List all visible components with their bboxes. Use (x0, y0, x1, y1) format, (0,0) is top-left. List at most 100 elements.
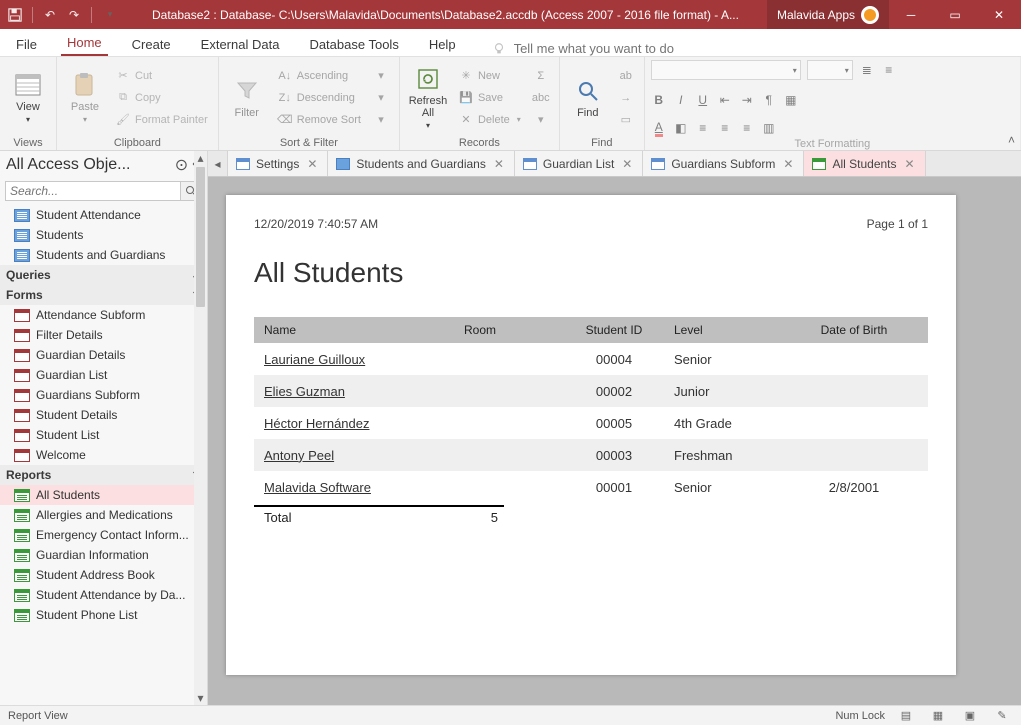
close-tab-icon[interactable]: ✕ (305, 157, 319, 171)
bold-icon[interactable]: B (651, 92, 667, 108)
report-row[interactable]: Lauriane Guilloux00004Senior (254, 343, 928, 375)
nav-item-form[interactable]: Filter Details (0, 325, 207, 345)
doc-tab[interactable]: Guardians Subform✕ (643, 151, 804, 176)
font-selector[interactable]: ▾ (651, 60, 801, 80)
nav-item-form[interactable]: Student List (0, 425, 207, 445)
delete-record-button[interactable]: ✕Delete▾ (454, 110, 525, 130)
qat-more-icon[interactable] (100, 6, 118, 24)
align-left-icon[interactable]: ≡ (695, 120, 711, 136)
close-button[interactable]: ✕ (977, 0, 1021, 29)
cell-name[interactable]: Elies Guzman (264, 384, 464, 399)
numbering-icon[interactable]: ≡ (881, 62, 897, 78)
view-report-icon[interactable]: ▤ (895, 708, 917, 724)
doc-tab[interactable]: Guardian List✕ (515, 151, 643, 176)
nav-item-report[interactable]: Guardian Information (0, 545, 207, 565)
nav-item-table[interactable]: Students (0, 225, 207, 245)
nav-item-report[interactable]: Student Address Book (0, 565, 207, 585)
fill-color-icon[interactable]: ◧ (673, 120, 689, 136)
text-direction-icon[interactable]: ¶ (761, 92, 777, 108)
align-center-icon[interactable]: ≡ (717, 120, 733, 136)
underline-icon[interactable]: U (695, 92, 711, 108)
cell-name[interactable]: Héctor Hernández (264, 416, 464, 431)
align-right-icon[interactable]: ≡ (739, 120, 755, 136)
indent-increase-icon[interactable]: ⇥ (739, 92, 755, 108)
tell-me-input[interactable] (514, 41, 714, 56)
font-size-selector[interactable]: ▾ (807, 60, 853, 80)
filter-button[interactable]: Filter (225, 65, 269, 131)
report-row[interactable]: Antony Peel00003Freshman (254, 439, 928, 471)
save-icon[interactable] (6, 6, 24, 24)
alt-row-color-icon[interactable]: ▥ (761, 120, 777, 136)
view-print-icon[interactable]: ▦ (927, 708, 949, 724)
remove-sort-button[interactable]: ⌫Remove Sort (273, 110, 365, 130)
nav-item-form[interactable]: Welcome (0, 445, 207, 465)
nav-cat-reports[interactable]: Reports⌃ (0, 465, 207, 485)
view-layout-icon[interactable]: ▣ (959, 708, 981, 724)
spelling-button[interactable]: abc (529, 88, 553, 108)
nav-item-form[interactable]: Guardian List (0, 365, 207, 385)
nav-item-report[interactable]: Student Attendance by Da... (0, 585, 207, 605)
doc-tab[interactable]: Settings✕ (228, 151, 328, 176)
close-tab-icon[interactable]: ✕ (781, 157, 795, 171)
replace-button[interactable]: ab (614, 66, 638, 86)
tab-home[interactable]: Home (61, 31, 108, 56)
scroll-up-icon[interactable]: ▴ (194, 151, 207, 165)
format-painter-button[interactable]: 🖌Format Painter (111, 110, 212, 130)
report-row[interactable]: Héctor Hernández000054th Grade (254, 407, 928, 439)
paste-button[interactable]: Paste ▾ (63, 65, 107, 131)
totals-button[interactable]: Σ (529, 66, 553, 86)
gridlines-icon[interactable]: ▦ (783, 92, 799, 108)
report-row[interactable]: Malavida Software00001Senior2/8/2001 (254, 471, 928, 503)
nav-cat-forms[interactable]: Forms⌃ (0, 285, 207, 305)
italic-icon[interactable]: I (673, 92, 689, 108)
nav-options-icon[interactable]: ⊙ (175, 155, 188, 175)
redo-icon[interactable]: ↷ (65, 6, 83, 24)
cell-name[interactable]: Antony Peel (264, 448, 464, 463)
close-tab-icon[interactable]: ✕ (620, 157, 634, 171)
close-tab-icon[interactable]: ✕ (492, 157, 506, 171)
font-color-icon[interactable]: A (651, 120, 667, 136)
cut-button[interactable]: ✂Cut (111, 66, 212, 86)
nav-item-form[interactable]: Guardians Subform (0, 385, 207, 405)
nav-item-table[interactable]: Student Attendance (0, 205, 207, 225)
nav-search-input[interactable] (5, 181, 180, 201)
cell-name[interactable]: Lauriane Guilloux (264, 352, 464, 367)
undo-icon[interactable]: ↶ (41, 6, 59, 24)
tab-help[interactable]: Help (423, 33, 462, 56)
toggle-filter-button[interactable]: ▾ (369, 110, 393, 130)
maximize-button[interactable]: ▭ (933, 0, 977, 29)
doc-tab[interactable]: All Students✕ (804, 151, 925, 176)
doc-tab[interactable]: Students and Guardians✕ (328, 151, 514, 176)
goto-button[interactable]: → (614, 88, 638, 108)
sort-asc-button[interactable]: A↓Ascending (273, 66, 365, 86)
sort-desc-button[interactable]: Z↓Descending (273, 88, 365, 108)
nav-item-form[interactable]: Student Details (0, 405, 207, 425)
view-design-icon[interactable]: ✎ (991, 708, 1013, 724)
tab-external-data[interactable]: External Data (195, 33, 286, 56)
new-record-button[interactable]: ✳New (454, 66, 525, 86)
collapse-ribbon-button[interactable]: ˄ (1008, 133, 1015, 147)
advanced-filter-button[interactable]: ▾ (369, 88, 393, 108)
nav-item-report[interactable]: Emergency Contact Inform... (0, 525, 207, 545)
nav-item-report[interactable]: Student Phone List (0, 605, 207, 625)
nav-item-form[interactable]: Attendance Subform (0, 305, 207, 325)
scroll-thumb[interactable] (196, 167, 205, 307)
scroll-down-icon[interactable]: ▾ (194, 691, 207, 705)
tabs-scroll-left[interactable]: ◂ (208, 151, 228, 176)
copy-button[interactable]: ⧉Copy (111, 88, 212, 108)
tab-database-tools[interactable]: Database Tools (303, 33, 404, 56)
nav-item-form[interactable]: Guardian Details (0, 345, 207, 365)
select-button[interactable]: ▭ (614, 110, 638, 130)
more-records-button[interactable]: ▾ (529, 110, 553, 130)
tab-file[interactable]: File (10, 33, 43, 56)
tab-create[interactable]: Create (126, 33, 177, 56)
bullets-icon[interactable]: ≣ (859, 62, 875, 78)
nav-scrollbar[interactable]: ▴ ▾ (194, 151, 207, 705)
minimize-button[interactable]: ─ (889, 0, 933, 29)
store-apps-button[interactable]: Malavida Apps (767, 0, 889, 29)
nav-header[interactable]: All Access Obje... (6, 156, 131, 174)
save-record-button[interactable]: 💾Save (454, 88, 525, 108)
nav-item-table[interactable]: Students and Guardians (0, 245, 207, 265)
close-tab-icon[interactable]: ✕ (903, 157, 917, 171)
indent-decrease-icon[interactable]: ⇤ (717, 92, 733, 108)
